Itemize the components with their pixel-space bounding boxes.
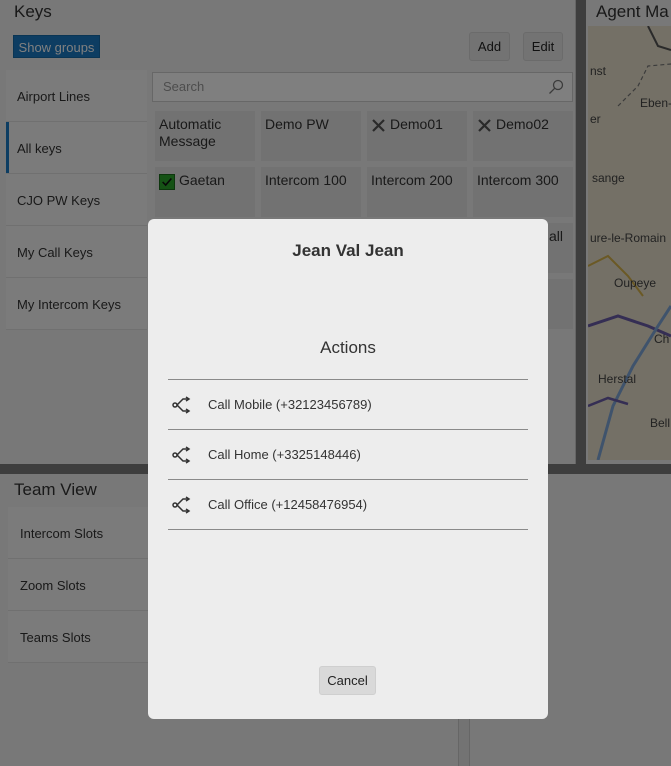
actions-list: Call Mobile (+32123456789) Call Home (+3… [168, 379, 528, 530]
cancel-button[interactable]: Cancel [319, 666, 376, 695]
action-label: Call Home (+3325148446) [208, 447, 361, 462]
call-split-icon [172, 495, 191, 514]
call-split-icon [172, 395, 191, 414]
call-split-icon [172, 445, 191, 464]
actions-heading: Actions [320, 338, 376, 357]
call-home-action[interactable]: Call Home (+3325148446) [168, 430, 528, 480]
action-label: Call Mobile (+32123456789) [208, 397, 372, 412]
call-mobile-action[interactable]: Call Mobile (+32123456789) [168, 380, 528, 430]
dialog-title: Jean Val Jean [292, 241, 404, 260]
call-office-action[interactable]: Call Office (+12458476954) [168, 480, 528, 530]
contact-actions-dialog: Jean Val Jean Actions Call Mobile (+3212… [148, 219, 548, 719]
action-label: Call Office (+12458476954) [208, 497, 368, 512]
